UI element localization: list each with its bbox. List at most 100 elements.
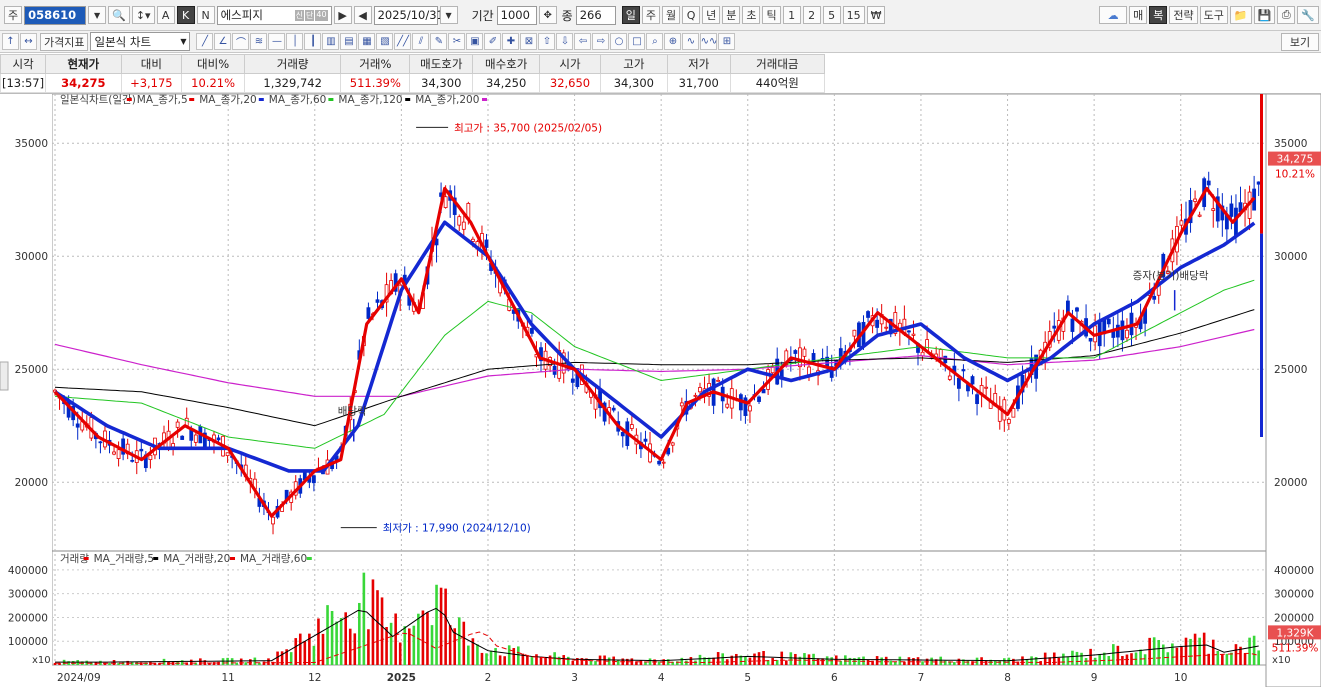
period-button-0[interactable]: 일 — [621, 6, 640, 24]
quote-header-6: 매도호가 — [409, 54, 474, 74]
drawing-tool-icon-12[interactable]: ⫽ — [412, 33, 430, 50]
period-button-6[interactable]: 초 — [742, 6, 761, 24]
crosshair-icon[interactable]: ✥ — [538, 6, 557, 24]
drawing-tool-icon-10[interactable]: ▧ — [376, 33, 394, 50]
volume-bar — [789, 652, 793, 665]
drawing-tool-icon-2[interactable]: ⌒ — [232, 33, 250, 50]
candle-body — [1088, 337, 1093, 342]
sort-icon[interactable]: ↕▾ — [131, 6, 155, 24]
expand-icon[interactable]: ↔ — [20, 33, 37, 50]
drawing-tool-icon-3[interactable]: ≋ — [250, 33, 268, 50]
stock-code-input[interactable]: 058610 — [24, 5, 87, 25]
period-button-11[interactable]: 15 — [842, 6, 865, 24]
right-button-3[interactable]: 도구 — [1199, 6, 1228, 24]
x-tick-label: 2 — [485, 672, 492, 684]
drawing-tool-icon-24[interactable]: □ — [628, 33, 646, 50]
volume-bar — [862, 656, 865, 665]
drawing-tool-icon-19[interactable]: ⇧ — [538, 33, 556, 50]
up-arrow-icon[interactable]: ↑ — [2, 33, 19, 50]
settings-icon[interactable]: 🔧 — [1297, 6, 1319, 24]
drawing-tool-icon-9[interactable]: ▦ — [358, 33, 376, 50]
drawing-tool-icon-5[interactable]: │ — [286, 33, 304, 50]
indicator-button[interactable]: 가격지표 — [40, 32, 89, 51]
period-button-1[interactable]: 주 — [641, 6, 660, 24]
drawing-tool-icon-20[interactable]: ⇩ — [556, 33, 574, 50]
price-legend-item: MA_종가,20 — [199, 94, 257, 106]
period-input[interactable]: 1000 — [496, 5, 537, 25]
legend-swatch — [258, 98, 264, 101]
period-button-10[interactable]: 5 — [822, 6, 841, 24]
drawing-tool-icon-17[interactable]: ✚ — [502, 33, 520, 50]
drawing-tool-icon-23[interactable]: ○ — [610, 33, 628, 50]
drawing-tool-icon-16[interactable]: ✐ — [484, 33, 502, 50]
drawing-tool-icon-25[interactable]: ⌕ — [646, 33, 664, 50]
drawing-tool-icon-8[interactable]: ▤ — [340, 33, 358, 50]
date-input[interactable]: 2025/10/31 — [373, 5, 444, 25]
quote-value-row: [13:57] 34,275 +3,175 10.21% 1,329,742 511.39… — [0, 73, 826, 93]
volume-bar — [1025, 659, 1029, 665]
volume-bar — [712, 657, 715, 665]
drawing-tool-icon-1[interactable]: ∠ — [214, 33, 232, 50]
volume-bar — [498, 655, 502, 665]
right-button-2[interactable]: 전략 — [1169, 6, 1198, 24]
folder-icon[interactable]: 📁 — [1229, 6, 1252, 24]
volume-bar — [412, 625, 416, 665]
view-button[interactable]: 보기 — [1281, 32, 1319, 51]
drawing-tool-icon-28[interactable]: ∿∿ — [700, 33, 718, 50]
drawing-tool-icon-15[interactable]: ▣ — [466, 33, 484, 50]
drawing-tool-icon-4[interactable]: — — [268, 33, 286, 50]
next-stock-button[interactable]: ▶ — [333, 6, 352, 24]
volume-bar — [907, 657, 911, 665]
period-button-5[interactable]: 분 — [722, 6, 741, 24]
chart-type-select[interactable]: 일본식 차트 ▼ — [90, 32, 191, 51]
quote-value-5: 511.39% — [340, 73, 411, 93]
drawing-tool-icon-29[interactable]: ⊞ — [718, 33, 736, 50]
low-annotation: 최저가 : 17,990 (2024/12/10) — [383, 523, 531, 535]
search-icon[interactable]: 🔍 — [108, 6, 130, 24]
quote-header-4: 거래량 — [243, 54, 342, 74]
drawing-tool-icon-18[interactable]: ⊠ — [520, 33, 538, 50]
stock-name-field[interactable]: 에스피지 신 단 40 — [216, 5, 332, 25]
candle-body — [1197, 214, 1202, 217]
period-button-9[interactable]: 2 — [802, 6, 821, 24]
cloud-icon[interactable]: ☁ — [1099, 6, 1128, 24]
period-button-4[interactable]: 년 — [702, 6, 721, 24]
drawing-tool-icon-27[interactable]: ∿ — [682, 33, 700, 50]
volume-bar — [1034, 656, 1038, 665]
volume-tag: 1,329K — [1277, 627, 1315, 639]
code-dropdown-icon[interactable]: ▼ — [88, 6, 107, 24]
volume-bar — [1243, 653, 1247, 665]
market-letter-button-a[interactable]: A — [156, 6, 175, 24]
print-icon[interactable]: ⎙ — [1277, 6, 1296, 24]
prev-stock-button[interactable]: ◀ — [353, 6, 372, 24]
price-range-blue — [1260, 233, 1263, 437]
calendar-dropdown-icon[interactable]: ▼ — [439, 6, 458, 24]
x-tick-label: 2024/09 — [57, 672, 101, 684]
volume-bar — [503, 656, 506, 665]
market-code-button[interactable]: 주 — [4, 6, 23, 24]
drawing-tool-icon-6[interactable]: ┃ — [304, 33, 322, 50]
drawing-tool-icon-14[interactable]: ✂ — [448, 33, 466, 50]
drawing-tool-icon-0[interactable]: ╱ — [196, 33, 214, 50]
period-button-12[interactable]: ₩ — [866, 6, 886, 24]
save-icon[interactable]: 💾 — [1253, 6, 1276, 24]
drawing-tool-icon-22[interactable]: ⇨ — [592, 33, 610, 50]
candle-body — [657, 460, 662, 465]
period-button-2[interactable]: 월 — [661, 6, 681, 24]
right-button-1[interactable]: 복 — [1149, 6, 1168, 24]
market-letter-button-k[interactable]: K — [176, 6, 195, 24]
drawing-tool-icon-13[interactable]: ✎ — [430, 33, 448, 50]
drawing-tool-icon-11[interactable]: ╱╱ — [394, 33, 412, 50]
period-button-7[interactable]: 틱 — [762, 6, 781, 24]
drawing-tool-icon-21[interactable]: ⇦ — [574, 33, 592, 50]
drawing-tool-icon-7[interactable]: ▥ — [322, 33, 340, 50]
market-letter-button-n[interactable]: N — [196, 6, 215, 24]
count-input[interactable]: 266 — [575, 5, 616, 25]
period-button-8[interactable]: 1 — [782, 6, 801, 24]
price-tick-right: 25000 — [1274, 364, 1307, 376]
candle-body — [1011, 408, 1016, 418]
drawing-tool-icon-26[interactable]: ⊕ — [664, 33, 682, 50]
right-button-0[interactable]: 매 — [1129, 6, 1148, 24]
period-button-3[interactable]: Q — [682, 6, 701, 24]
price-chart[interactable]: 20000 20000 25000 25000 30000 30000 35000 35000… — [0, 94, 1321, 687]
